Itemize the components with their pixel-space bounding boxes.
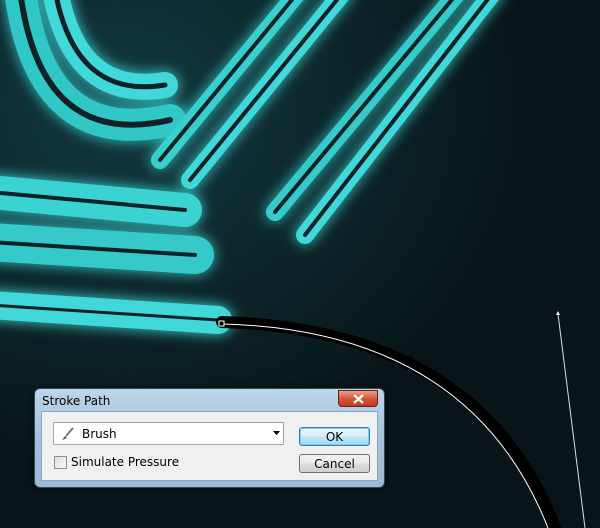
dialog-body: Brush Simulate Pressure OK Cancel	[41, 411, 378, 481]
simulate-pressure-checkbox[interactable]	[54, 456, 67, 469]
close-button[interactable]	[338, 390, 378, 407]
path-anchor-point[interactable]	[218, 320, 225, 327]
tool-select[interactable]: Brush	[53, 422, 284, 445]
close-icon	[353, 394, 364, 404]
simulate-pressure-label: Simulate Pressure	[71, 455, 180, 469]
chevron-down-icon	[273, 431, 280, 435]
ok-button[interactable]: OK	[299, 427, 370, 446]
dialog-titlebar[interactable]: Stroke Path	[35, 389, 384, 411]
tool-select-value: Brush	[82, 427, 117, 441]
dialog-title: Stroke Path	[42, 394, 111, 408]
stroke-path-dialog: Stroke Path Brush Simulate Pressure OK C…	[34, 388, 385, 488]
brush-icon	[62, 427, 74, 440]
cancel-button[interactable]: Cancel	[299, 454, 370, 473]
